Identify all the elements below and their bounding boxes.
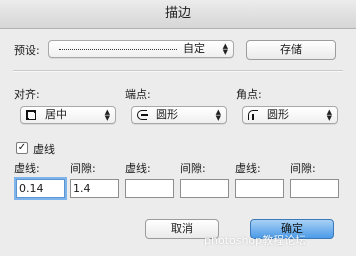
caps-select-value: 圆形 (156, 108, 178, 121)
dashed-line-label: 虚线 (33, 143, 55, 156)
round-corner-icon (248, 110, 258, 120)
align-select[interactable]: 居中 ▲ ▼ (20, 106, 116, 124)
gap-label-3: 间隙: (290, 162, 316, 175)
store-button[interactable]: 存储 (246, 40, 336, 60)
dash-field-3[interactable] (235, 179, 284, 198)
caps-select[interactable]: 圆形 ▲ ▼ (131, 106, 227, 124)
gap-field-3[interactable] (290, 179, 339, 198)
preset-select[interactable]: 自定 ▲ ▼ (48, 40, 234, 58)
round-cap-icon (137, 110, 148, 120)
stroke-dialog: 描边 预设: 自定 ▲ ▼ 存储 对齐: 端点: 角点: 居中 ▲ ▼ 圆形 ▲ ▼ … (0, 0, 356, 256)
preset-label: 预设: (14, 44, 40, 57)
gap-label-2: 间隙: (180, 162, 206, 175)
dashed-line-checkbox[interactable]: ✓ (16, 142, 28, 154)
chevron-updown-icon: ▲ ▼ (215, 108, 221, 122)
dash-field-1[interactable]: 0.14 (16, 179, 65, 198)
align-label: 对齐: (14, 88, 40, 101)
gap-field-2[interactable] (180, 179, 229, 198)
watermark-text: photoshop教程论坛 (204, 234, 307, 247)
gap-label-1: 间隙: (70, 162, 96, 175)
divider-top (13, 70, 343, 72)
preset-dotted-line-icon (59, 49, 177, 50)
dialog-title: 描边 (0, 0, 356, 29)
corners-select[interactable]: 圆形 ▲ ▼ (242, 106, 338, 124)
preset-select-value: 自定 (183, 42, 205, 55)
dash-field-2[interactable] (125, 179, 174, 198)
caps-label: 端点: (125, 88, 151, 101)
align-center-icon (26, 110, 36, 120)
chevron-updown-icon: ▲ ▼ (326, 108, 332, 122)
corners-label: 角点: (236, 88, 262, 101)
dash-label-2: 虚线: (125, 162, 151, 175)
dash-label-3: 虚线: (235, 162, 261, 175)
chevron-updown-icon: ▲ ▼ (222, 42, 228, 56)
chevron-updown-icon: ▲ ▼ (104, 108, 110, 122)
gap-field-1[interactable]: 1.4 (70, 179, 119, 198)
align-select-value: 居中 (45, 108, 67, 121)
corners-select-value: 圆形 (267, 108, 289, 121)
dash-label-1: 虚线: (14, 162, 40, 175)
